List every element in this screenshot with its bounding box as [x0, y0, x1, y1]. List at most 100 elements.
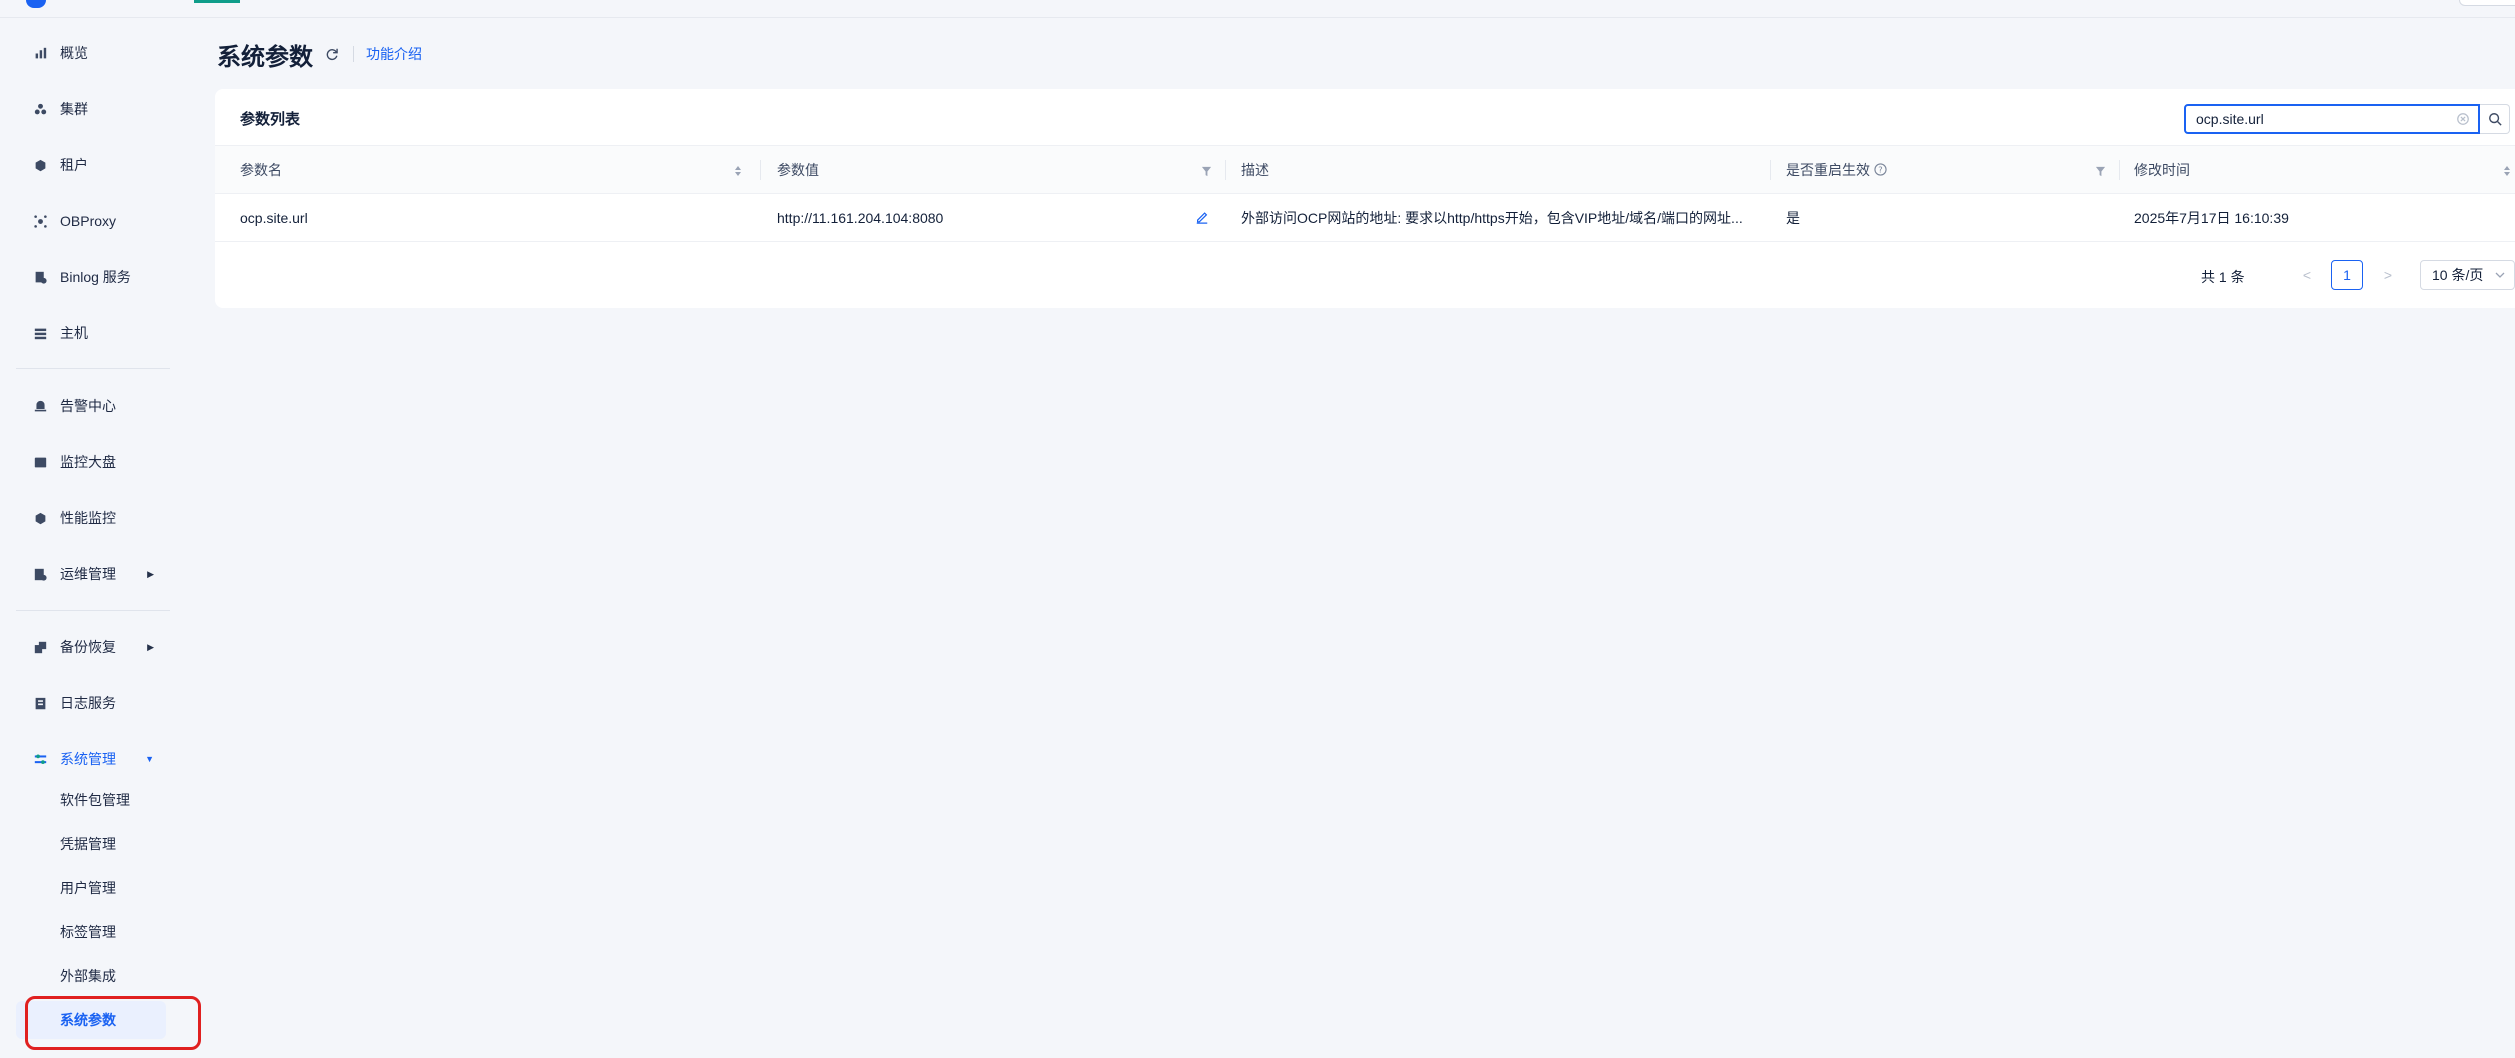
- column-header-value: 参数值: [777, 161, 819, 178]
- backup-icon: [32, 639, 48, 655]
- feature-intro-link[interactable]: 功能介绍: [366, 44, 422, 64]
- sidebar-item-dashboard[interactable]: 监控大盘: [16, 442, 166, 482]
- prev-page-button[interactable]: <: [2296, 264, 2318, 286]
- sidebar-item-label: 告警中心: [60, 398, 116, 414]
- search-box: [2184, 104, 2510, 134]
- sidebar-subitem-users[interactable]: 用户管理: [16, 869, 166, 907]
- cell-param-name: ocp.site.url: [240, 209, 308, 226]
- tenant-icon: [32, 157, 48, 173]
- sidebar-item-label: Binlog 服务: [60, 269, 131, 285]
- sidebar: 概览 集群 租户 OBProxy Binlog 服务 主机 告警中心 监控大盘 …: [0, 18, 178, 1058]
- sidebar-subitem-credentials[interactable]: 凭据管理: [16, 825, 166, 863]
- sort-icon[interactable]: [2502, 164, 2514, 176]
- cluster-icon: [32, 101, 48, 117]
- sidebar-item-host[interactable]: 主机: [16, 313, 166, 353]
- sidebar-item-binlog[interactable]: Binlog 服务: [16, 257, 166, 297]
- alarm-icon: [32, 398, 48, 414]
- caret-down-icon: ▼: [145, 754, 154, 764]
- sidebar-item-tenant[interactable]: 租户: [16, 145, 166, 185]
- top-tab-indicator: [194, 0, 240, 3]
- column-header-description: 描述: [1241, 161, 1269, 178]
- card-title: 参数列表: [240, 111, 301, 128]
- cell-param-value: http://11.161.204.104:8080: [777, 209, 944, 226]
- sidebar-item-log[interactable]: 日志服务: [16, 683, 166, 723]
- binlog-icon: [32, 269, 48, 285]
- sidebar-item-label: 备份恢复: [60, 639, 116, 655]
- filter-icon[interactable]: [1201, 164, 1213, 177]
- log-icon: [32, 695, 48, 711]
- page-title: 系统参数: [217, 43, 313, 71]
- sidebar-item-system[interactable]: 系统管理 ▼: [16, 739, 166, 779]
- sidebar-item-label: 日志服务: [60, 695, 116, 711]
- clear-icon[interactable]: [2456, 112, 2470, 126]
- column-header-restart: 是否重启生效 ?: [1786, 146, 1887, 193]
- page-number-1[interactable]: 1: [2331, 260, 2363, 290]
- sidebar-subitem-packages[interactable]: 软件包管理: [16, 781, 166, 819]
- table-header: 参数名 参数值 描述 是否重启生效 ? 修改时间: [215, 145, 2515, 194]
- sidebar-item-backup[interactable]: 备份恢复 ▶: [16, 627, 166, 667]
- filter-icon[interactable]: [2095, 164, 2107, 177]
- sidebar-item-overview[interactable]: 概览: [16, 33, 166, 73]
- column-separator: [1770, 160, 1771, 180]
- sidebar-item-alarm[interactable]: 告警中心: [16, 386, 166, 426]
- sidebar-item-label: 集群: [60, 101, 88, 117]
- proxy-icon: [32, 213, 48, 229]
- sidebar-divider: [16, 368, 170, 369]
- search-input[interactable]: [2184, 104, 2480, 134]
- column-header-modified[interactable]: 修改时间: [2134, 146, 2190, 193]
- sidebar-item-obproxy[interactable]: OBProxy: [16, 201, 166, 241]
- sidebar-item-label: 租户: [60, 157, 88, 173]
- sidebar-subitem-label: 用户管理: [60, 880, 116, 896]
- table-row: ocp.site.url http://11.161.204.104:8080 …: [215, 194, 2515, 242]
- sidebar-subitem-label: 标签管理: [60, 924, 116, 940]
- sidebar-item-label: 概览: [60, 45, 88, 61]
- logo[interactable]: [26, 0, 46, 8]
- sidebar-item-label: 运维管理: [60, 566, 116, 582]
- cell-description: 外部访问OCP网站的地址: 要求以http/https开始，包含VIP地址/域名…: [1241, 209, 1743, 226]
- sidebar-item-label: OBProxy: [60, 213, 117, 229]
- sidebar-subitem-integration[interactable]: 外部集成: [16, 957, 166, 995]
- sort-icon[interactable]: [733, 164, 745, 176]
- sidebar-subitem-label: 系统参数: [60, 1012, 116, 1028]
- pagination-total: 共 1 条: [2201, 269, 2245, 285]
- search-icon: [2488, 113, 2502, 126]
- performance-icon: [32, 510, 48, 526]
- sidebar-item-label: 性能监控: [60, 510, 116, 526]
- chevron-down-icon: [2495, 272, 2505, 278]
- edit-icon[interactable]: [1195, 210, 1209, 224]
- column-header-restart-label: 是否重启生效: [1786, 161, 1870, 178]
- caret-right-icon: ▶: [147, 568, 154, 579]
- params-card: 参数列表 参数名 参数值 描述 是否重启生效 ?: [215, 89, 2515, 308]
- settings-icon: [32, 751, 48, 767]
- host-icon: [32, 325, 48, 341]
- top-bar: [0, 0, 2515, 18]
- page-header: 系统参数 功能介绍: [217, 34, 422, 74]
- sidebar-item-cluster[interactable]: 集群: [16, 89, 166, 129]
- sidebar-item-label: 系统管理: [60, 751, 116, 767]
- top-right-control[interactable]: [2459, 0, 2515, 6]
- sidebar-subitem-label: 外部集成: [60, 968, 116, 984]
- caret-right-icon: ▶: [147, 641, 154, 652]
- sidebar-item-label: 主机: [60, 325, 88, 341]
- sidebar-divider: [16, 610, 170, 611]
- sidebar-subitem-system-params[interactable]: 系统参数: [16, 1001, 166, 1039]
- sidebar-subitem-label: 软件包管理: [60, 792, 130, 808]
- sidebar-subitem-label: 凭据管理: [60, 836, 116, 852]
- cell-modified-time: 2025年7月17日 16:10:39: [2134, 209, 2289, 226]
- page-size-label: 10 条/页: [2432, 267, 2484, 283]
- cell-restart: 是: [1786, 209, 1800, 226]
- sidebar-item-performance[interactable]: 性能监控: [16, 498, 166, 538]
- help-icon[interactable]: ?: [1874, 163, 1887, 176]
- sidebar-item-ops[interactable]: 运维管理 ▶: [16, 554, 166, 594]
- header-separator: [353, 46, 354, 62]
- column-separator: [1225, 160, 1226, 180]
- refresh-icon[interactable]: [323, 45, 341, 63]
- ops-icon: [32, 566, 48, 582]
- page-size-select[interactable]: 10 条/页: [2420, 260, 2515, 290]
- search-button[interactable]: [2480, 104, 2510, 134]
- dashboard-icon: [32, 454, 48, 470]
- next-page-button[interactable]: >: [2377, 264, 2399, 286]
- column-header-name[interactable]: 参数名: [240, 146, 282, 193]
- column-separator: [2119, 160, 2120, 180]
- sidebar-subitem-tags[interactable]: 标签管理: [16, 913, 166, 951]
